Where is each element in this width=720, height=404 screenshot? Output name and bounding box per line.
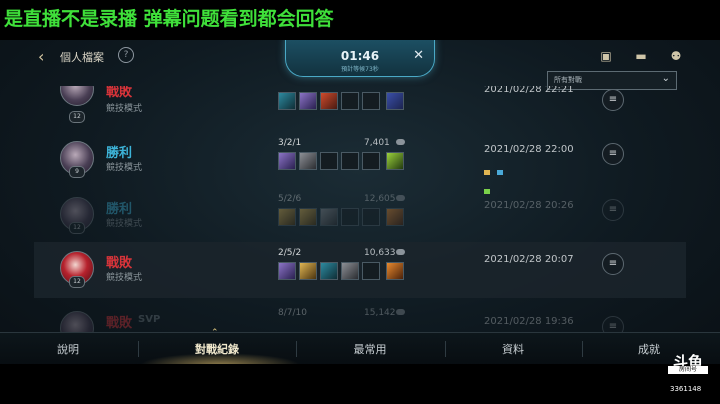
match-mode: 競技模式: [106, 273, 143, 283]
item-slot: [320, 262, 338, 280]
nav-divider: [296, 341, 297, 357]
cancel-queue-icon[interactable]: ✕: [413, 48, 424, 63]
kda: 5/2/6: [278, 194, 302, 204]
active-tab-caret: ⌃: [211, 328, 219, 338]
badge-icon: [484, 170, 490, 175]
item-slot: [299, 262, 317, 280]
match-detail-button[interactable]: ≡: [602, 253, 624, 275]
item-slot: [278, 262, 296, 280]
badge-icon: [497, 170, 504, 175]
item-slot: [362, 152, 380, 170]
gold-earned: 7,401: [364, 138, 390, 148]
match-badges: [484, 160, 514, 194]
item-slot: [320, 92, 338, 110]
kda: 8/7/10: [278, 308, 307, 318]
stream-logo: 斗鱼 房间号: [668, 352, 708, 382]
match-row[interactable]: 12 戰敗 競技模式 2/5/2 10,633 2021/02/28 20:07…: [34, 242, 686, 298]
avatar: [60, 311, 94, 332]
item-slot: [341, 262, 359, 280]
gold-earned: 15,142: [364, 308, 396, 318]
item-slot: [341, 208, 359, 226]
item-slot: [362, 262, 380, 280]
kda: 2/5/2: [278, 248, 302, 258]
match-result: 戰敗: [106, 256, 133, 271]
help-icon[interactable]: ?: [118, 47, 134, 63]
gold-earned: 10,633: [364, 248, 396, 258]
avatar: [60, 86, 94, 106]
page-title: 個人檔案: [60, 51, 104, 64]
item-slot: [341, 152, 359, 170]
item-slot: [278, 208, 296, 226]
item-slot: [299, 208, 317, 226]
tab-help[interactable]: 說明: [18, 341, 118, 357]
match-mode: 競技模式: [106, 163, 143, 173]
item-slot: [362, 92, 380, 110]
match-row[interactable]: 戰敗 SVP 8/7/10 15,142 2021/02/28 19:36 ≡: [34, 302, 686, 332]
player-level: 12: [69, 222, 85, 234]
queue-estimate: 預計等候73秒: [341, 66, 379, 73]
item-slot: [341, 92, 359, 110]
match-date: 2021/02/28 19:36: [484, 316, 574, 327]
tab-data[interactable]: 資料: [463, 341, 563, 357]
match-date: 2021/02/28 22:21: [484, 84, 574, 95]
tab-match-history[interactable]: 對戰紀錄: [167, 341, 267, 357]
nav-divider: [138, 341, 139, 357]
match-history-screen: ‹ 個人檔案 ? 01:46 預計等候73秒 ✕ ▣ ▬ ⚉ 所有對戰 ⌄ 12…: [0, 40, 720, 364]
item-slot: [278, 152, 296, 170]
match-date: 2021/02/28 22:00: [484, 144, 574, 155]
match-detail-button[interactable]: ≡: [602, 199, 624, 221]
match-row[interactable]: 9 勝利 競技模式 3/2/1 7,401 2021/02/28 22:00 ≡: [34, 132, 686, 194]
match-result: 戰敗: [106, 85, 133, 100]
gold-icon: [396, 195, 405, 201]
match-detail-button[interactable]: ≡: [602, 89, 624, 111]
stream-banner-text: 是直播不是录播 弹幕问题看到都会回答: [4, 8, 334, 30]
friends-icon[interactable]: ⚉: [668, 49, 684, 63]
clipboard-icon[interactable]: ▣: [598, 49, 614, 63]
bottom-nav: ⌃ 說明 對戰紀錄 最常用 資料 成就: [0, 328, 720, 364]
match-mode: 競技模式: [106, 219, 143, 229]
item-slot: [299, 92, 317, 110]
match-date: 2021/02/28 20:26: [484, 200, 574, 211]
nav-divider: [445, 341, 446, 357]
chat-icon[interactable]: ▬: [633, 49, 649, 63]
item-slot: [278, 92, 296, 110]
gold-icon: [396, 139, 405, 145]
item-slot: [320, 152, 338, 170]
trinket-slot: [386, 152, 404, 170]
room-number: 3361148: [670, 385, 702, 393]
gold-icon: [396, 309, 405, 315]
match-mode: SVP: [138, 314, 161, 325]
player-level: 9: [69, 166, 85, 178]
item-slot: [320, 208, 338, 226]
queue-time: 01:46: [340, 49, 380, 63]
match-detail-button[interactable]: ≡: [602, 143, 624, 165]
player-level: 12: [69, 276, 85, 288]
player-level: 12: [69, 111, 85, 123]
match-result: 勝利: [106, 146, 133, 161]
match-date: 2021/02/28 20:07: [484, 254, 574, 265]
match-mode: 競技模式: [106, 104, 143, 114]
stream-banner: 是直播不是录播 弹幕问题看到都会回答: [0, 0, 720, 34]
trinket-slot: [386, 92, 404, 110]
queue-timer: 01:46 預計等候73秒 ✕: [285, 40, 435, 77]
match-result: 勝利: [106, 202, 133, 217]
match-row[interactable]: 12 戰敗 競技模式 2021/02/28 22:21 ≡: [34, 78, 686, 134]
trinket-slot: [386, 262, 404, 280]
back-icon[interactable]: ‹: [38, 48, 56, 66]
match-row[interactable]: 12 勝利 競技模式 5/2/6 12,605 2021/02/28 20:26…: [34, 188, 686, 244]
item-slot: [362, 208, 380, 226]
stream-logo-sub: 房间号: [668, 366, 708, 374]
tab-most-used[interactable]: 最常用: [320, 341, 420, 357]
gold-earned: 12,605: [364, 194, 396, 204]
nav-divider: [582, 341, 583, 357]
kda: 3/2/1: [278, 138, 302, 148]
gold-icon: [396, 249, 405, 255]
trinket-slot: [386, 208, 404, 226]
match-detail-button[interactable]: ≡: [602, 316, 624, 332]
match-result: 戰敗: [106, 316, 133, 331]
item-slot: [299, 152, 317, 170]
